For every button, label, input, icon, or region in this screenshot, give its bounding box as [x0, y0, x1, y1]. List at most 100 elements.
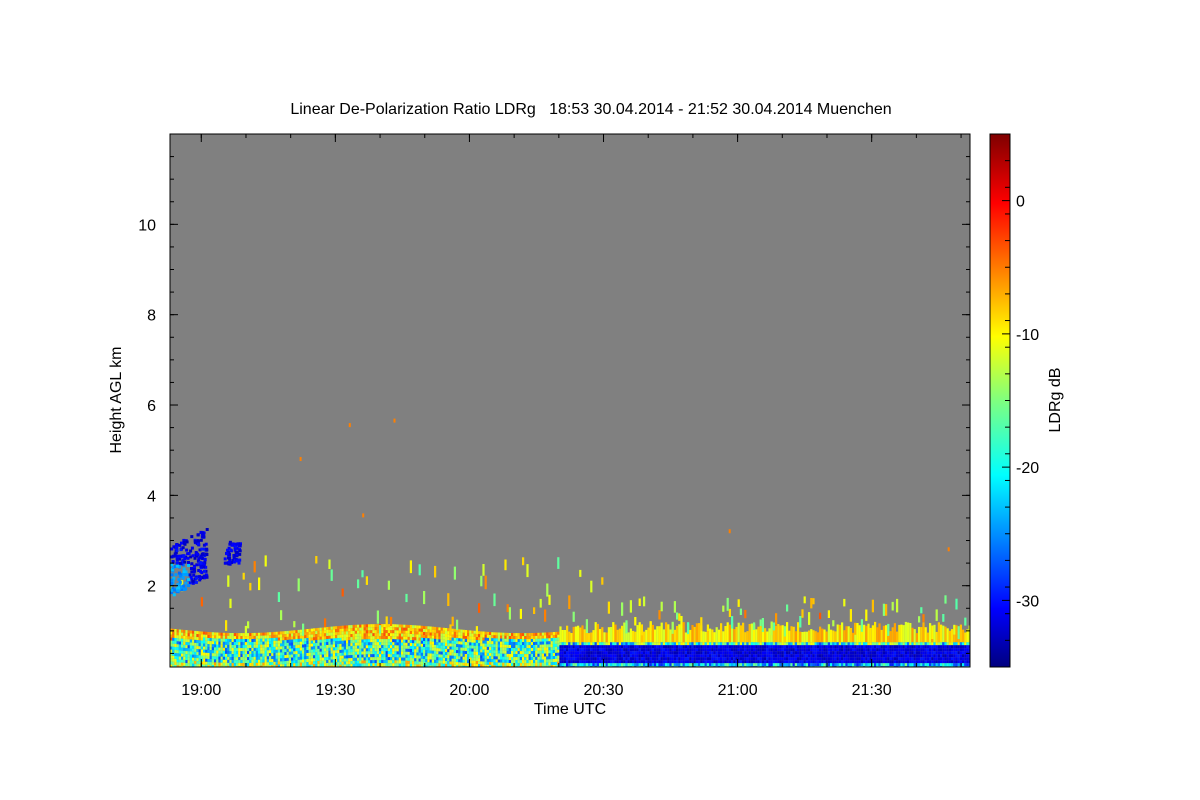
- heatmap-speckle: [638, 598, 641, 606]
- heatmap-cell: [339, 646, 342, 650]
- heatmap-cell: [352, 663, 355, 667]
- heatmap-cell: [247, 633, 250, 637]
- heatmap-cell: [438, 642, 441, 646]
- heatmap-cell: [236, 648, 239, 652]
- heatmap-cell: [759, 642, 762, 646]
- heatmap-cell: [368, 657, 371, 661]
- heatmap-cell: [251, 660, 254, 663]
- heatmap-cell: [607, 657, 610, 661]
- heatmap-speckle: [759, 619, 762, 626]
- heatmap-cell: [799, 648, 802, 652]
- x-tick-label: 20:00: [449, 682, 489, 699]
- heatmap-cell: [504, 632, 507, 636]
- heatmap-cell: [517, 639, 520, 643]
- heatmap-cell: [511, 654, 514, 657]
- heatmap-cell: [227, 659, 230, 663]
- heatmap-cell: [783, 648, 786, 652]
- cloud-cell: [223, 557, 227, 561]
- heatmap-cell: [834, 651, 837, 655]
- heatmap-cell: [847, 660, 850, 664]
- heatmap-cell: [425, 629, 428, 633]
- heatmap-cell: [720, 623, 723, 643]
- heatmap-cell: [737, 645, 740, 649]
- heatmap-cell: [390, 636, 393, 640]
- heatmap-cell: [489, 638, 492, 641]
- heatmap-cell: [790, 645, 793, 649]
- heatmap-cell: [484, 640, 487, 644]
- heatmap-cell: [546, 650, 549, 654]
- heatmap-cell: [242, 663, 245, 667]
- heatmap-cell: [247, 663, 250, 667]
- heatmap-cell: [365, 630, 368, 634]
- heatmap-cell: [517, 645, 520, 649]
- heatmap-cell: [409, 652, 412, 655]
- heatmap-cell: [192, 633, 195, 637]
- heatmap-cell: [370, 645, 373, 649]
- heatmap-cell: [293, 639, 296, 643]
- heatmap-cell: [649, 642, 652, 646]
- heatmap-cell: [284, 631, 287, 635]
- heatmap-cell: [902, 657, 905, 661]
- heatmap-cell: [735, 642, 738, 646]
- heatmap-cell: [964, 663, 967, 667]
- heatmap-cell: [590, 654, 593, 658]
- heatmap-cell: [698, 663, 701, 667]
- y-axis-label: Height AGL km: [108, 346, 125, 453]
- heatmap-cell: [394, 630, 397, 634]
- heatmap-cell: [860, 657, 863, 661]
- heatmap-cell: [343, 640, 346, 644]
- heatmap-cell: [546, 635, 549, 639]
- heatmap-cell: [365, 663, 368, 667]
- heatmap-cell: [416, 661, 419, 665]
- heatmap-cell: [348, 649, 351, 653]
- heatmap-cell: [348, 640, 351, 644]
- heatmap-cell: [308, 643, 311, 647]
- heatmap-cell: [803, 651, 806, 655]
- heatmap-cell: [717, 642, 720, 646]
- heatmap-cell: [940, 651, 943, 655]
- cloud-cell: [175, 549, 179, 552]
- heatmap-cell: [764, 651, 767, 655]
- heatmap-cell: [920, 663, 923, 667]
- heatmap-cell: [438, 651, 441, 655]
- heatmap-cell: [453, 661, 456, 665]
- heatmap-cell: [379, 651, 382, 655]
- heatmap-cell: [695, 657, 698, 661]
- heatmap-cell: [794, 654, 797, 658]
- heatmap-cell: [185, 636, 188, 640]
- heatmap-cell: [218, 659, 221, 663]
- heatmap-cell: [458, 644, 461, 648]
- heatmap-cell: [896, 648, 899, 652]
- heatmap-cell: [216, 647, 219, 651]
- heatmap-cell: [724, 657, 727, 661]
- heatmap-cell: [680, 626, 683, 643]
- heatmap-cell: [326, 657, 329, 660]
- heatmap-cell: [678, 645, 681, 649]
- heatmap-cell: [583, 629, 586, 643]
- cloud-cell: [198, 560, 202, 564]
- heatmap-cell: [315, 634, 318, 638]
- heatmap-cell: [216, 635, 219, 639]
- heatmap-cell: [324, 657, 327, 661]
- heatmap-cell: [676, 651, 679, 655]
- heatmap-cell: [761, 645, 764, 649]
- plot-background: [170, 134, 970, 667]
- heatmap-cell: [887, 645, 890, 649]
- heatmap-cell: [363, 648, 366, 652]
- heatmap-cell: [183, 635, 186, 639]
- heatmap-cell: [724, 645, 727, 649]
- heatmap-cell: [396, 630, 399, 634]
- heatmap-cell: [348, 634, 351, 638]
- heatmap-cell: [394, 660, 397, 664]
- heatmap-cell: [341, 628, 344, 632]
- heatmap-cell: [698, 651, 701, 655]
- heatmap-cell: [425, 653, 428, 657]
- heatmap-cell: [801, 632, 804, 643]
- heatmap-cell: [693, 651, 696, 655]
- heatmap-cell: [414, 634, 417, 638]
- heatmap-cell: [607, 651, 610, 655]
- heatmap-cell: [821, 628, 824, 643]
- heatmap-cell: [651, 660, 654, 664]
- heatmap-cell: [689, 645, 692, 649]
- heatmap-cell: [559, 626, 562, 643]
